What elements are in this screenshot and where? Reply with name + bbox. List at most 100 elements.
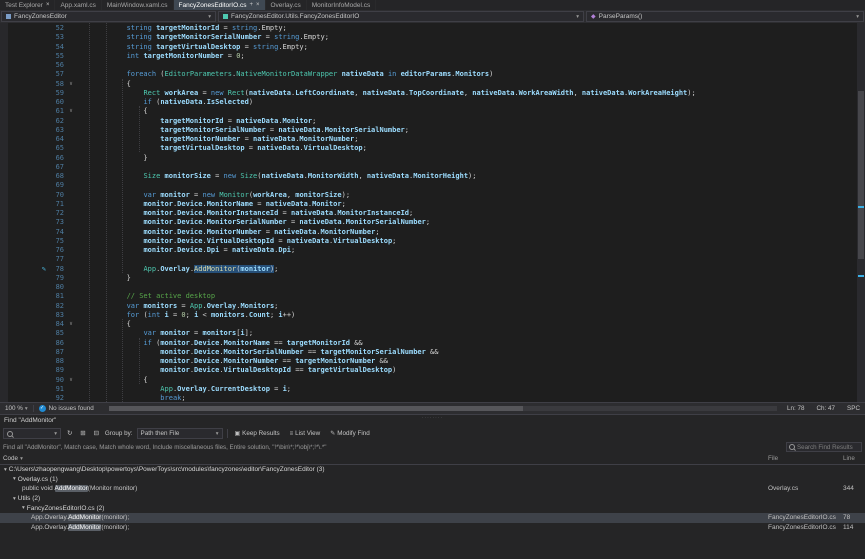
code-line-60[interactable]: 60 if (nativeData.IsSelected) <box>0 98 857 107</box>
fold-chevron-icon[interactable]: ∨ <box>66 320 76 329</box>
fold-chevron-icon[interactable]: ∨ <box>66 80 76 89</box>
code-line-83[interactable]: 83 for (int i = 0; i < monitors.Count; i… <box>0 311 857 320</box>
find-group-row[interactable]: ▾C:\Users\zhaopengwang\Desktop\powertoys… <box>0 465 865 475</box>
line-column-header[interactable]: Line <box>843 455 855 462</box>
expander-icon[interactable]: ▾ <box>13 496 16 502</box>
code-line-72[interactable]: 72 monitor.Device.MonitorInstanceId = na… <box>0 209 857 218</box>
find-result-row[interactable]: App.Overlay.AddMonitor(monitor);FancyZon… <box>0 523 865 533</box>
code-text: string targetMonitorSerialNumber = strin… <box>76 33 857 42</box>
pin-icon[interactable]: + <box>249 2 253 8</box>
code-line-92[interactable]: 92 break; <box>0 394 857 402</box>
chevron-down-icon[interactable]: ▾ <box>208 14 211 20</box>
expand-all-button[interactable]: ⊞ <box>78 430 87 437</box>
group-by-dropdown[interactable]: Path then File ▾ <box>137 428 223 439</box>
code-line-67[interactable]: 67 <box>0 163 857 172</box>
code-line-65[interactable]: 65 targetVirtualDesktop = nativeData.Vir… <box>0 144 857 153</box>
code-line-87[interactable]: 87 monitor.Device.MonitorSerialNumber ==… <box>0 348 857 357</box>
find-result-row[interactable]: App.Overlay.AddMonitor(monitor);FancyZon… <box>0 513 865 523</box>
project-selector[interactable]: FancyZonesEditor ▾ <box>1 11 216 22</box>
code-line-77[interactable]: 77 <box>0 255 857 264</box>
glyph-margin <box>0 311 48 320</box>
code-line-66[interactable]: 66 } <box>0 154 857 163</box>
find-group-row[interactable]: ▾Overlay.cs (1) <box>0 475 865 485</box>
tab-test-explorer[interactable]: Test Explorer× <box>0 0 55 10</box>
chevron-down-icon[interactable]: ▾ <box>54 431 57 437</box>
code-line-79[interactable]: 79 } <box>0 274 857 283</box>
expander-icon[interactable]: ▾ <box>13 476 16 482</box>
code-line-63[interactable]: 63 targetMonitorSerialNumber = nativeDat… <box>0 126 857 135</box>
chevron-down-icon[interactable]: ▾ <box>216 431 219 437</box>
code-line-69[interactable]: 69 <box>0 181 857 190</box>
member-navigator[interactable]: ◆ ParseParams() ▾ <box>586 11 864 22</box>
code-line-64[interactable]: 64 targetMonitorNumber = nativeData.Moni… <box>0 135 857 144</box>
tab-overlay-cs[interactable]: Overlay.cs <box>266 0 307 10</box>
code-line-73[interactable]: 73 monitor.Device.MonitorSerialNumber = … <box>0 218 857 227</box>
code-line-80[interactable]: 80 <box>0 283 857 292</box>
search-term-combo[interactable]: ▾ <box>3 428 61 439</box>
find-group-row[interactable]: ▾FancyZonesEditorIO.cs (2) <box>0 503 865 513</box>
find-result-row[interactable]: public void AddMonitor(Monitor monitor)O… <box>0 484 865 494</box>
tab-app-xaml-cs[interactable]: App.xaml.cs <box>55 0 101 10</box>
code-line-90[interactable]: 90∨ { <box>0 376 857 385</box>
code-line-88[interactable]: 88 monitor.Device.MonitorNumber == targe… <box>0 357 857 366</box>
code-line-54[interactable]: 54 string targetVirtualDesktop = string.… <box>0 43 857 52</box>
editor-vertical-scrollbar[interactable] <box>857 23 865 402</box>
chevron-down-icon[interactable]: ▾ <box>856 14 859 20</box>
close-icon[interactable]: × <box>256 2 260 8</box>
list-view-button[interactable]: ≡ List View <box>287 428 324 440</box>
chevron-down-icon[interactable]: ▾ <box>576 14 579 20</box>
code-line-70[interactable]: 70 var monitor = new Monitor(workArea, m… <box>0 191 857 200</box>
code-line-59[interactable]: 59 Rect workArea = new Rect(nativeData.L… <box>0 89 857 98</box>
code-editor[interactable]: 52 string targetMonitorId = string.Empty… <box>0 23 865 402</box>
panel-drag-handle[interactable]: ········ <box>422 415 443 421</box>
code-line-55[interactable]: 55 int targetMonitorNumber = 0; <box>0 52 857 61</box>
code-line-68[interactable]: 68 Size monitorSize = new Size(nativeDat… <box>0 172 857 181</box>
code-line-53[interactable]: 53 string targetMonitorSerialNumber = st… <box>0 33 857 42</box>
search-results-input[interactable] <box>797 444 859 451</box>
code-line-61[interactable]: 61∨ { <box>0 107 857 116</box>
type-navigator[interactable]: FancyZonesEditor.Utils.FancyZonesEditorI… <box>218 11 584 22</box>
file-column-header[interactable]: File <box>768 455 778 462</box>
code-line-56[interactable]: 56 <box>0 61 857 70</box>
zoom-control[interactable]: 100 % ▾ <box>0 405 34 412</box>
code-area[interactable]: 52 string targetMonitorId = string.Empty… <box>0 24 857 402</box>
code-line-57[interactable]: 57 foreach (EditorParameters.NativeMonit… <box>0 70 857 79</box>
scrollbar-thumb[interactable] <box>109 406 523 411</box>
code-line-76[interactable]: 76 monitor.Device.Dpi = nativeData.Dpi; <box>0 246 857 255</box>
code-line-85[interactable]: 85 var monitor = monitors[i]; <box>0 329 857 338</box>
code-line-58[interactable]: 58∨ { <box>0 80 857 89</box>
horizontal-scrollbar[interactable] <box>109 406 777 411</box>
keep-results-button[interactable]: ▣ Keep Results <box>232 428 283 440</box>
find-group-row[interactable]: ▾Utils (2) <box>0 494 865 504</box>
collapse-all-button[interactable]: ⊟ <box>92 430 101 437</box>
fold-chevron-icon[interactable]: ∨ <box>66 107 76 116</box>
modify-find-icon: ✎ <box>330 430 335 437</box>
tab-monitorinfomodel-cs[interactable]: MonitorInfoModel.cs <box>307 0 377 10</box>
tab-mainwindow-xaml-cs[interactable]: MainWindow.xaml.cs <box>102 0 174 10</box>
code-line-89[interactable]: 89 monitor.Device.VirtualDesktopId == ta… <box>0 366 857 375</box>
close-icon[interactable]: × <box>46 2 50 8</box>
tab-fancyzoneseditorio-cs[interactable]: FancyZonesEditorIO.cs+× <box>174 0 266 10</box>
code-line-81[interactable]: 81 // Set active desktop <box>0 292 857 301</box>
code-filter-dropdown[interactable]: Code ▾ <box>3 455 23 462</box>
code-line-52[interactable]: 52 string targetMonitorId = string.Empty… <box>0 24 857 33</box>
code-line-86[interactable]: 86 if (monitor.Device.MonitorName == tar… <box>0 339 857 348</box>
code-line-84[interactable]: 84∨ { <box>0 320 857 329</box>
modify-find-button[interactable]: ✎ Modify Find <box>327 428 373 440</box>
code-line-82[interactable]: 82 var monitors = App.Overlay.Monitors; <box>0 302 857 311</box>
code-line-74[interactable]: 74 monitor.Device.MonitorNumber = native… <box>0 228 857 237</box>
fold-chevron-icon[interactable]: ∨ <box>66 376 76 385</box>
code-line-78[interactable]: ✎78 App.Overlay.AddMonitor(monitor); <box>0 265 857 274</box>
scrollbar-thumb[interactable] <box>858 91 864 259</box>
code-line-75[interactable]: 75 monitor.Device.VirtualDesktopId = nat… <box>0 237 857 246</box>
code-line-91[interactable]: 91 App.Overlay.CurrentDesktop = i; <box>0 385 857 394</box>
expander-icon[interactable]: ▾ <box>4 467 7 473</box>
fold-margin <box>66 98 76 107</box>
code-line-71[interactable]: 71 monitor.Device.MonitorName = nativeDa… <box>0 200 857 209</box>
expander-icon[interactable]: ▾ <box>22 505 25 511</box>
refresh-button[interactable]: ↻ <box>65 430 74 437</box>
document-health-indicator[interactable]: ✓ No issues found <box>34 405 99 412</box>
code-line-62[interactable]: 62 targetMonitorId = nativeData.Monitor; <box>0 117 857 126</box>
glyph-margin <box>0 246 48 255</box>
search-results-filter[interactable] <box>786 442 862 452</box>
